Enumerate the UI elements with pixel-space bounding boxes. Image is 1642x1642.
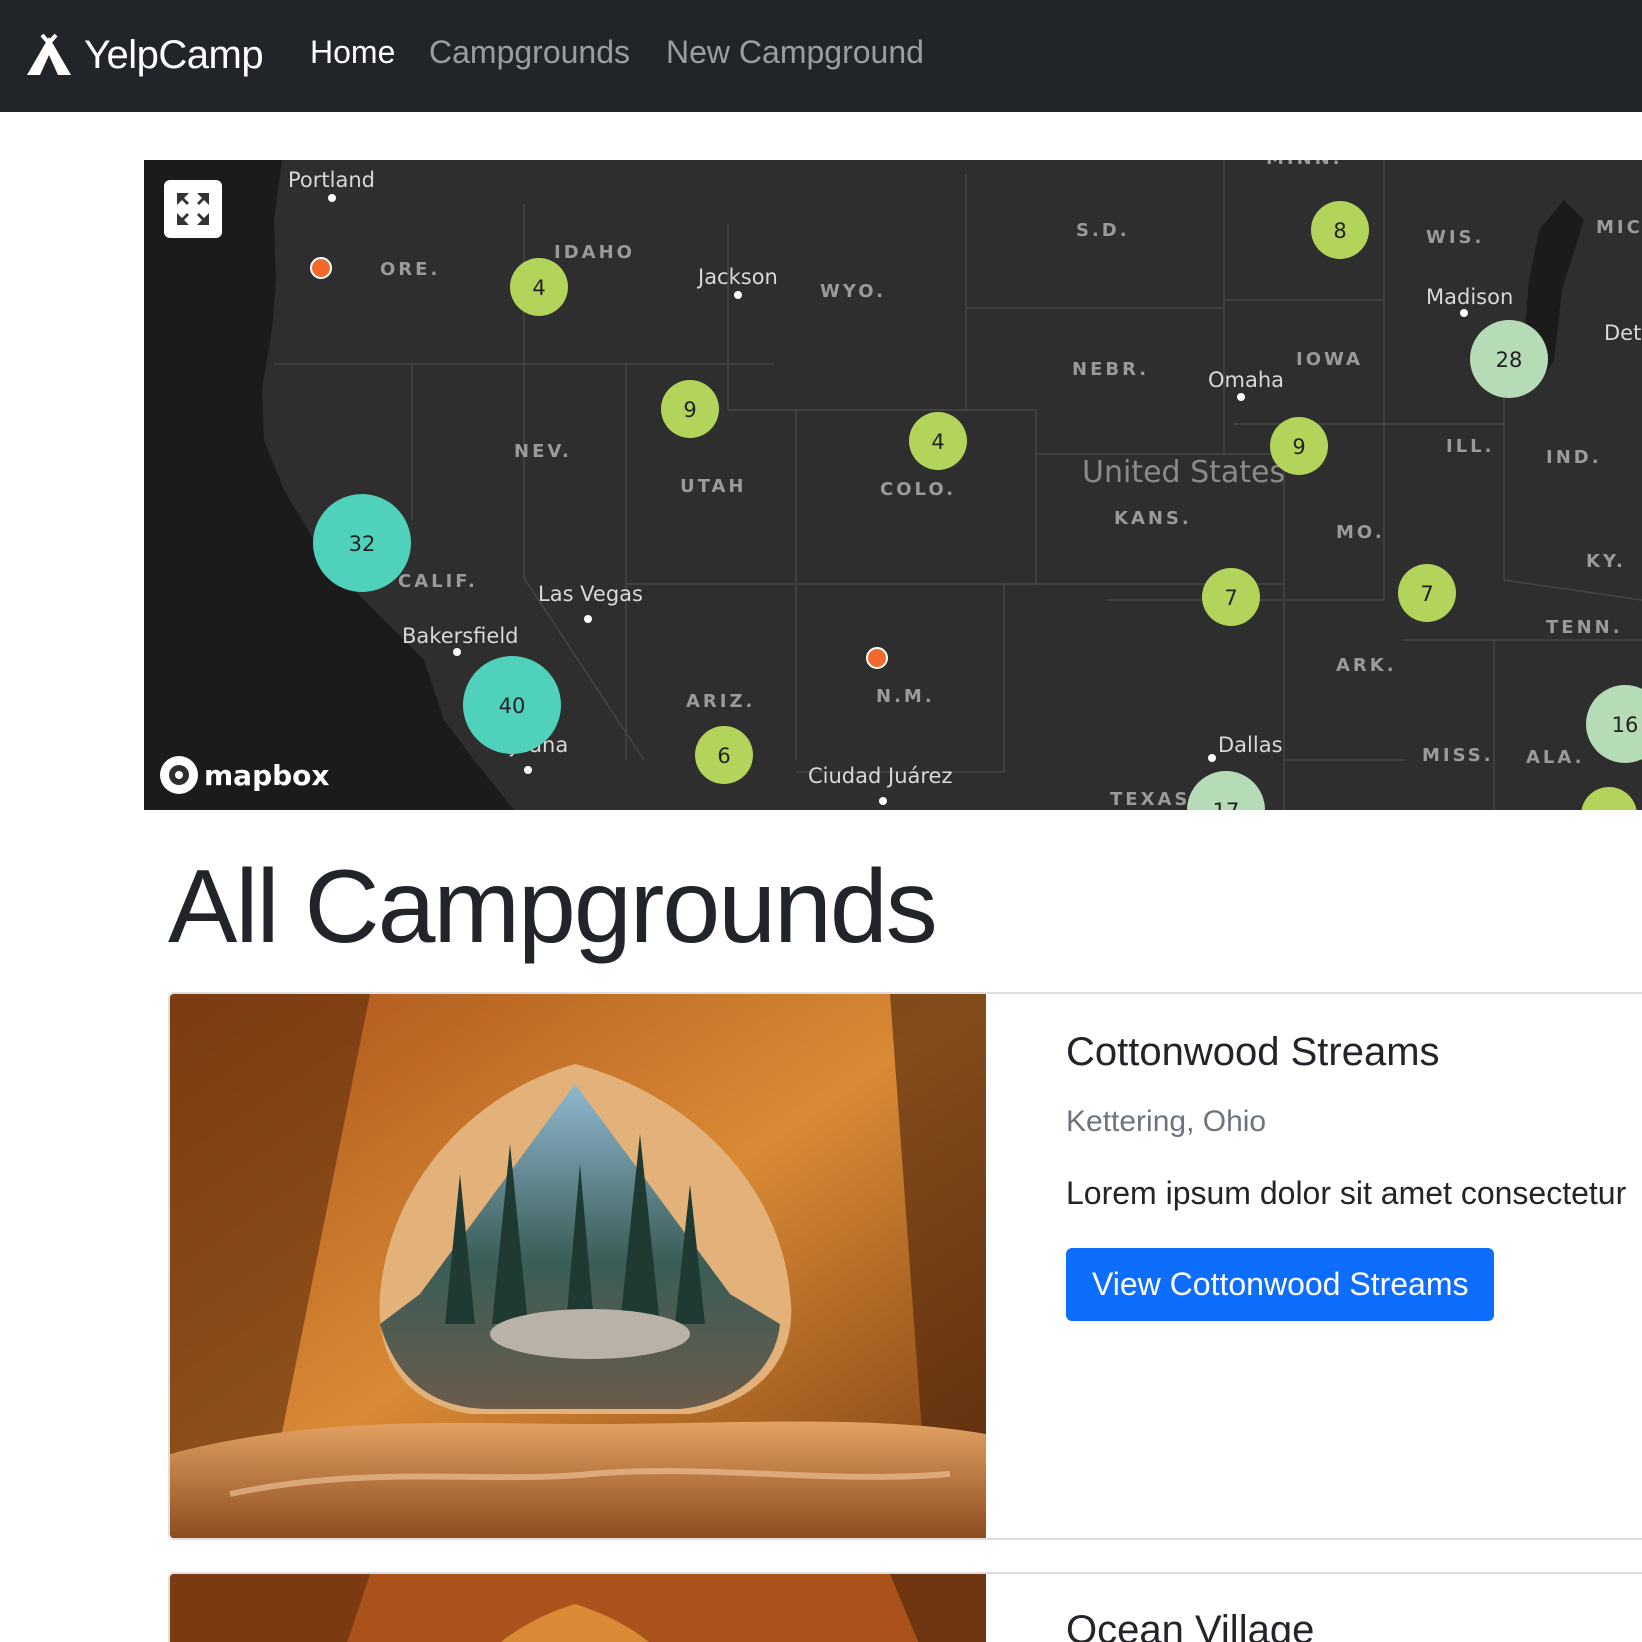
cluster-count: 17	[1213, 799, 1240, 810]
city-label-omaha: Omaha	[1208, 368, 1284, 392]
cluster-count: 6	[717, 744, 730, 768]
state-label-kentucky: KY.	[1586, 551, 1626, 572]
mapbox-wordmark: mapbox	[204, 758, 330, 792]
nav-campgrounds[interactable]: Campgrounds	[429, 34, 630, 71]
fullscreen-icon	[177, 193, 209, 225]
state-label-oregon: ORE.	[380, 259, 440, 280]
map-canvas[interactable]: ORE. IDAHO WYO. S.D. WIS. MIC NEBR. IOWA…	[144, 160, 1642, 810]
campground-point[interactable]	[310, 257, 332, 279]
cluster-count: 28	[1496, 348, 1523, 372]
brand-link[interactable]: YelpCamp	[24, 30, 264, 80]
cluster-map[interactable]: ORE. IDAHO WYO. S.D. WIS. MIC NEBR. IOWA…	[144, 160, 1642, 810]
nav-new-campground[interactable]: New Campground	[666, 34, 924, 71]
state-label-wisconsin: WIS.	[1426, 227, 1484, 248]
tent-photo-illustration	[170, 994, 986, 1538]
state-label-iowa: IOWA	[1296, 349, 1363, 370]
cluster-count: 4	[931, 430, 944, 454]
state-label-minnesota: MINN.	[1266, 160, 1343, 169]
state-label-illinois: ILL.	[1446, 436, 1494, 457]
campground-location: Kettering, Ohio	[1066, 1105, 1267, 1138]
campground-point[interactable]	[866, 647, 888, 669]
cluster-count: 40	[499, 694, 526, 718]
cluster-count: 32	[349, 532, 376, 556]
state-label-mississippi: MISS.	[1422, 745, 1494, 766]
state-label-arkansas: ARK.	[1336, 655, 1397, 676]
city-label-madison: Madison	[1426, 285, 1513, 309]
cluster-count: 9	[683, 398, 696, 422]
cluster-count: 8	[1333, 219, 1346, 243]
state-label-utah: UTAH	[680, 476, 747, 497]
city-label-dallas: Dallas	[1218, 733, 1283, 757]
navbar: YelpCamp Home Campgrounds New Campground	[0, 0, 1642, 112]
city-label-las-vegas: Las Vegas	[538, 582, 643, 606]
state-label-kansas: KANS.	[1114, 508, 1192, 529]
city-label-jackson: Jackson	[696, 265, 778, 289]
campground-card: Ocean Village	[168, 1572, 1642, 1642]
page-title: All Campgrounds	[168, 849, 938, 965]
state-label-indiana: IND.	[1546, 447, 1602, 468]
campground-image	[170, 1574, 986, 1642]
city-label-bakersfield: Bakersfield	[402, 624, 519, 648]
brand-name: YelpCamp	[84, 32, 264, 77]
cluster-count: 16	[1612, 713, 1639, 737]
tent-icon	[27, 33, 71, 75]
tent-photo-illustration	[170, 1574, 986, 1642]
state-label-wyoming: WYO.	[820, 281, 886, 302]
country-label: United States	[1082, 455, 1285, 490]
state-label-idaho: IDAHO	[554, 242, 635, 263]
campground-card-body: Ocean Village	[1066, 1608, 1314, 1642]
campground-card: Cottonwood Streams Kettering, Ohio Lorem…	[168, 992, 1642, 1540]
cluster-count: 7	[1420, 582, 1433, 606]
mapbox-logo-icon	[160, 756, 198, 794]
state-label-arizona: ARIZ.	[686, 691, 755, 712]
cluster-count: 7	[1224, 586, 1237, 610]
nav-home[interactable]: Home	[310, 34, 395, 71]
state-label-michigan: MIC	[1596, 217, 1642, 238]
state-label-tennessee: TENN.	[1546, 617, 1623, 638]
city-label-detroit: Det	[1604, 321, 1641, 345]
cluster-count: 4	[532, 276, 545, 300]
state-label-alabama: ALA.	[1526, 747, 1585, 768]
state-label-nebraska: NEBR.	[1072, 359, 1149, 380]
state-label-missouri: MO.	[1336, 522, 1385, 543]
cluster-count: 9	[1292, 435, 1305, 459]
campground-description: Lorem ipsum dolor sit amet consectetur	[1066, 1175, 1627, 1211]
campground-image	[170, 994, 986, 1538]
fullscreen-button[interactable]	[164, 180, 222, 238]
view-campground-button[interactable]: View Cottonwood Streams	[1066, 1248, 1495, 1321]
state-label-colorado: COLO.	[880, 479, 956, 500]
state-label-new-mexico: N.M.	[876, 686, 935, 707]
mapbox-attribution[interactable]: mapbox	[160, 756, 329, 794]
state-label-texas: TEXAS	[1110, 789, 1190, 810]
city-label-portland: Portland	[288, 168, 375, 192]
state-label-nevada: NEV.	[514, 441, 572, 462]
city-label-ciudad-juarez: Ciudad Juárez	[808, 764, 953, 788]
campground-card-body: Cottonwood Streams Kettering, Ohio Lorem…	[1066, 1030, 1626, 1321]
state-label-south-dakota: S.D.	[1076, 220, 1130, 241]
campground-title: Ocean Village	[1066, 1608, 1315, 1642]
campground-title: Cottonwood Streams	[1066, 1030, 1440, 1074]
state-label-california: CALIF.	[398, 571, 478, 592]
